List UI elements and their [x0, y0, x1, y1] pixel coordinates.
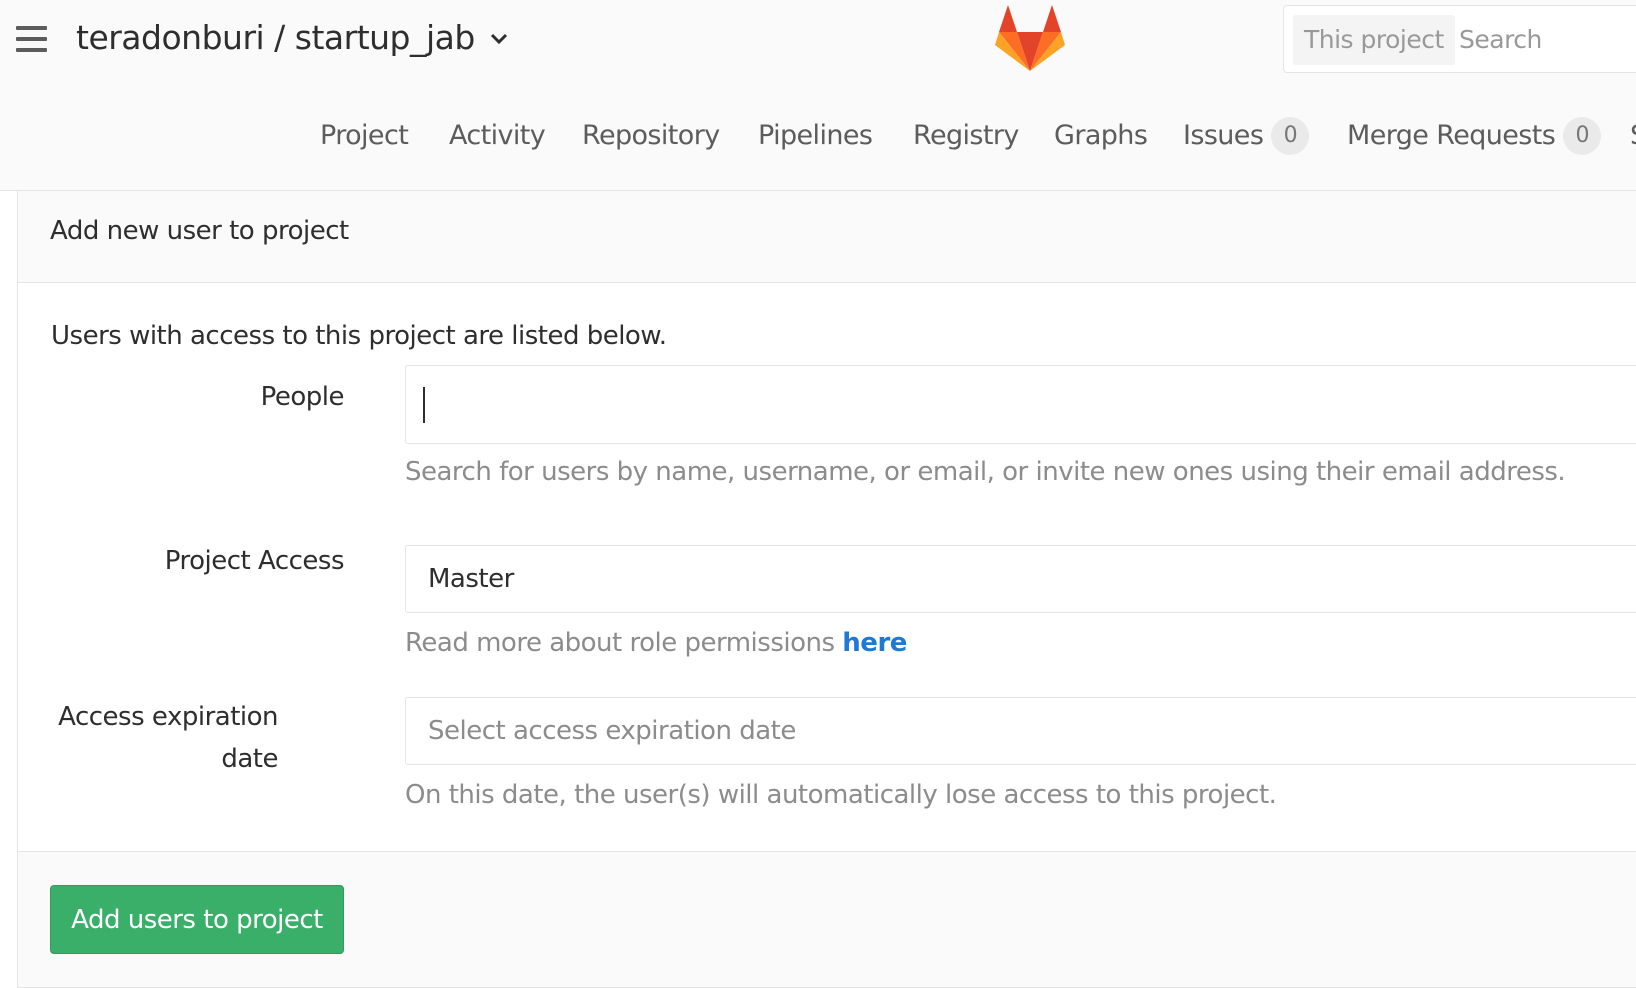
intro-text: Users with access to this project are li… [51, 321, 667, 351]
panel-title: Add new user to project [50, 216, 349, 246]
chevron-down-icon[interactable] [488, 28, 510, 50]
tab-label: Issues [1183, 120, 1264, 151]
expiration-label: Access expiration date [58, 702, 278, 774]
project-access-select[interactable]: Master [405, 545, 1636, 613]
hamburger-menu-icon[interactable] [16, 26, 47, 52]
tab-issues[interactable]: Issues 0 [1183, 116, 1310, 156]
tab-merge-requests[interactable]: Merge Requests 0 [1347, 116, 1602, 156]
merge-requests-count-badge: 0 [1563, 117, 1602, 155]
add-user-panel: Add new user to project Users with acces… [17, 191, 1636, 988]
people-input[interactable] [405, 365, 1636, 444]
people-label: People [260, 382, 345, 412]
text-cursor [423, 387, 425, 423]
expiration-label-wrap: Access expiration date [18, 696, 344, 780]
expiration-help-text: On this date, the user(s) will automatic… [405, 780, 1277, 810]
role-permissions-link[interactable]: here [842, 628, 907, 658]
project-path[interactable]: teradonburi / startup_jab [76, 18, 475, 57]
search-box: This project [1283, 5, 1636, 73]
panel-header: Add new user to project [18, 191, 1636, 283]
tab-repository[interactable]: Repository [582, 116, 720, 156]
project-access-label: Project Access [164, 546, 345, 576]
role-permissions-help: Read more about role permissions here [405, 628, 907, 658]
issues-count-badge: 0 [1271, 117, 1310, 155]
top-header: teradonburi / startup_jab This project P… [0, 0, 1636, 191]
search-input[interactable] [1459, 15, 1636, 65]
search-scope-badge[interactable]: This project [1293, 15, 1455, 65]
tab-truncated[interactable]: S [1630, 116, 1636, 156]
tab-graphs[interactable]: Graphs [1054, 116, 1148, 156]
gitlab-logo[interactable] [994, 3, 1066, 71]
panel-footer: Add users to project [18, 851, 1636, 987]
expiration-date-input[interactable] [405, 697, 1636, 765]
tab-label: Merge Requests [1347, 120, 1556, 151]
tab-registry[interactable]: Registry [913, 116, 1019, 156]
add-users-button[interactable]: Add users to project [50, 885, 344, 954]
people-label-wrap: People [18, 382, 345, 422]
help-text: Read more about role permissions [405, 628, 835, 658]
access-label-wrap: Project Access [18, 546, 345, 586]
people-help-text: Search for users by name, username, or e… [405, 457, 1566, 487]
tab-activity[interactable]: Activity [449, 116, 546, 156]
tab-pipelines[interactable]: Pipelines [758, 116, 873, 156]
tab-project[interactable]: Project [320, 116, 409, 156]
